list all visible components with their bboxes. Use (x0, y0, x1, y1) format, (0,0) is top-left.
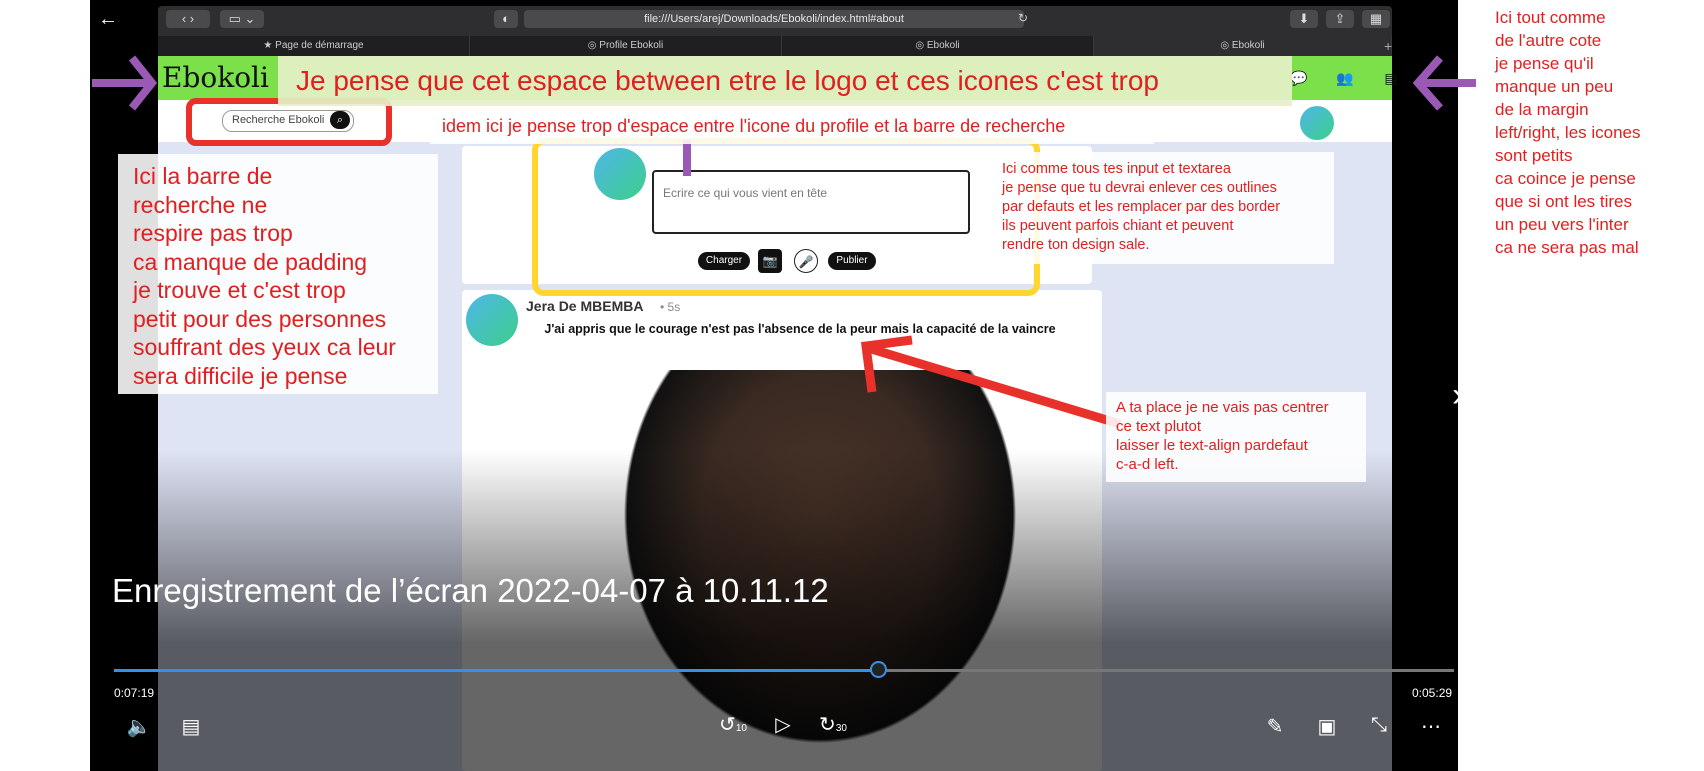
annotation-header-spacing: Je pense que cet espace between etre le … (278, 56, 1292, 106)
skip-forward-icon[interactable]: ↻30 (818, 712, 848, 737)
captions-icon[interactable]: ▤ (176, 714, 206, 739)
elapsed-time: 0:07:19 (114, 686, 155, 700)
exit-fullscreen-icon[interactable]: ⤡ (1364, 714, 1394, 737)
red-arrow-head (860, 335, 913, 393)
skip-back-icon[interactable]: ↺10 (718, 712, 748, 737)
annotation-text-align: A ta place je ne vais pas centrer ce tex… (1106, 392, 1366, 482)
annotation-search-padding: Ici la barre de recherche ne respire pas… (118, 154, 438, 394)
annotation-profile-spacing: idem ici je pense trop d'espace entre l'… (430, 108, 1154, 144)
more-options-icon[interactable]: ⋯ (1416, 714, 1446, 739)
annotation-icons-margin: Ici tout comme de l'autre cote je pense … (1495, 8, 1641, 257)
remaining-time: 0:05:29 (1412, 686, 1453, 700)
skip-forward-seconds: 30 (835, 723, 847, 734)
play-icon[interactable]: ▷ (768, 712, 798, 737)
video-title: Enregistrement de l’écran 2022-04-07 à 1… (112, 572, 829, 609)
progress-thumb[interactable] (869, 661, 887, 678)
edit-icon[interactable]: ✎ (1260, 714, 1290, 739)
miniplayer-icon[interactable]: ▣ (1312, 714, 1342, 739)
skip-back-seconds: 10 (735, 723, 747, 734)
volume-icon[interactable]: 🔈 (124, 714, 154, 739)
progress-fill (114, 669, 878, 672)
red-arrow-shaft (866, 343, 1122, 429)
annotation-textarea-outline: Ici comme tous tes input et textarea je … (994, 152, 1334, 264)
